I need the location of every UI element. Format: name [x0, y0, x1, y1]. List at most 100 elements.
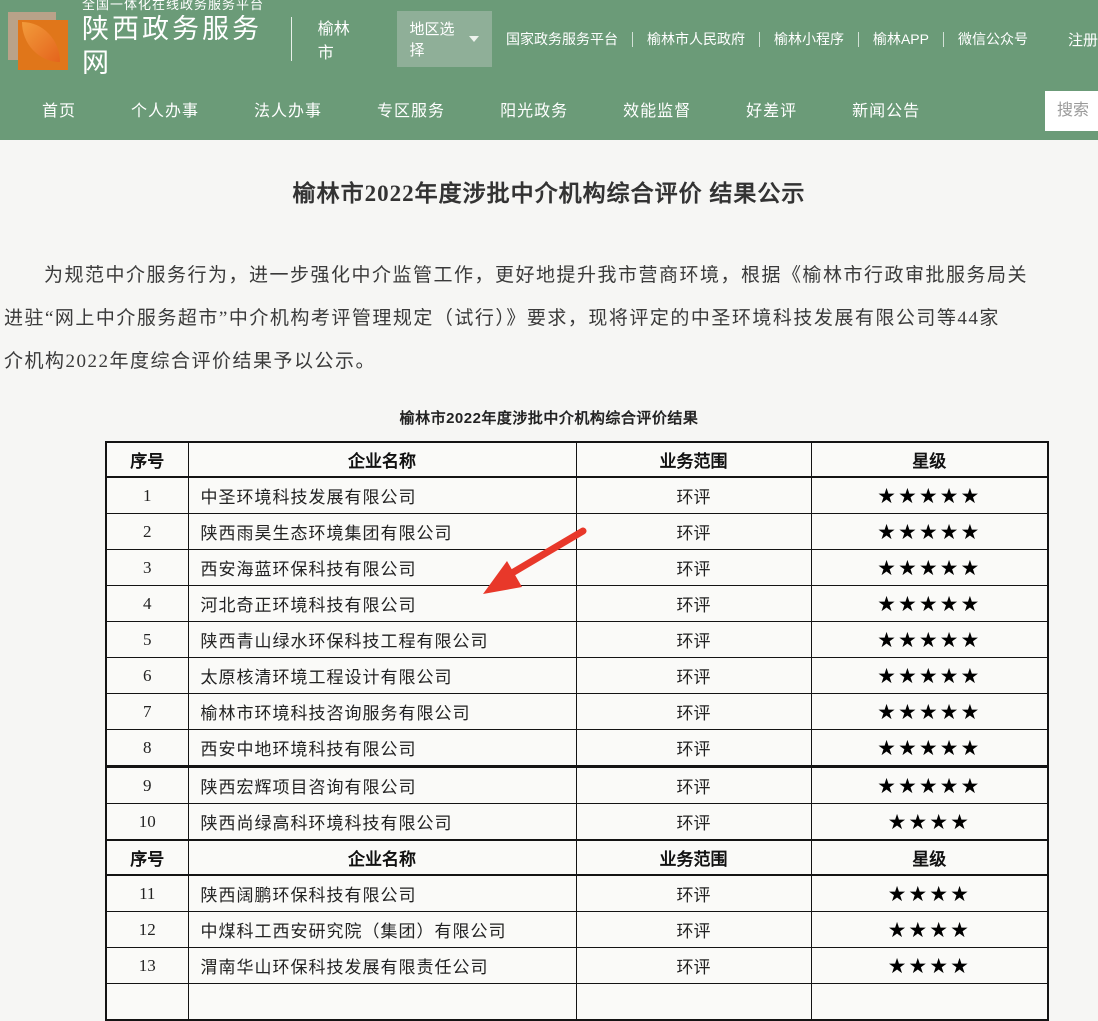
table-row: 5陕西青山绿水环保科技工程有限公司环评★★★★★ [106, 622, 1048, 658]
link-mini-program[interactable]: 榆林小程序 [760, 29, 858, 49]
cell-name: 太原核清环境工程设计有限公司 [188, 658, 576, 694]
cell-scope: 环评 [576, 948, 811, 984]
link-city-government[interactable]: 榆林市人民政府 [633, 29, 759, 49]
cell-name: 渭南华山环保科技发展有限责任公司 [188, 948, 576, 984]
table-row: 6太原核清环境工程设计有限公司环评★★★★★ [106, 658, 1048, 694]
column-header: 企业名称 [188, 442, 576, 477]
cell-scope: 环评 [576, 875, 811, 912]
cell-name: 陕西宏辉项目咨询有限公司 [188, 767, 576, 804]
chevron-down-icon [469, 36, 479, 42]
cell-no: 12 [106, 912, 188, 948]
column-header: 序号 [106, 442, 188, 477]
site-name: 陕西政务服务网 [82, 13, 269, 81]
column-header: 星级 [811, 840, 1048, 875]
cell-scope: 环评 [576, 694, 811, 730]
nav-item-news[interactable]: 新闻公告 [852, 97, 920, 121]
header-top-bar: 全国一体化在线政务服务平台 陕西政务服务网 榆林市 地区选择 国家政务服务平台 … [0, 0, 1098, 78]
cell-name: 陕西阔鹏环保科技有限公司 [188, 875, 576, 912]
cell-no: 4 [106, 586, 188, 622]
paragraph-line: 为规范中介服务行为，进一步强化中介监管工作，更好地提升我市营商环境，根据《榆林市… [0, 254, 1098, 297]
cell-no: 2 [106, 514, 188, 550]
table-row: 4河北奇正环境科技有限公司环评★★★★★ [106, 586, 1048, 622]
cell-name: 陕西雨昊生态环境集团有限公司 [188, 514, 576, 550]
cell-scope: 环评 [576, 514, 811, 550]
cell-stars: ★★★★★ [811, 694, 1048, 730]
site-header: 全国一体化在线政务服务平台 陕西政务服务网 榆林市 地区选择 国家政务服务平台 … [0, 0, 1098, 140]
cell-scope: 环评 [576, 622, 811, 658]
register-link[interactable]: 注册 [1068, 29, 1098, 50]
link-wechat[interactable]: 微信公众号 [944, 29, 1042, 49]
paragraph-line: 介机构2022年度综合评价结果予以公示。 [0, 340, 1098, 383]
cell-name: 中煤科工西安研究院（集团）有限公司 [188, 912, 576, 948]
cell-stars: ★★★★★ [811, 730, 1048, 767]
region-selector-button[interactable]: 地区选择 [397, 11, 492, 67]
cell-scope [576, 984, 811, 1021]
cell-name: 西安海蓝环保科技有限公司 [188, 550, 576, 586]
nav-item-efficiency[interactable]: 效能监督 [623, 97, 691, 121]
cell-name [188, 984, 576, 1021]
platform-label: 全国一体化在线政务服务平台 [82, 0, 269, 13]
table-row: 3西安海蓝环保科技有限公司环评★★★★★ [106, 550, 1048, 586]
notice-paragraph: 为规范中介服务行为，进一步强化中介监管工作，更好地提升我市营商环境，根据《榆林市… [0, 254, 1098, 383]
cell-scope: 环评 [576, 550, 811, 586]
brand-divider [291, 17, 292, 61]
cell-no [106, 984, 188, 1021]
cell-stars: ★★★★★ [811, 586, 1048, 622]
cell-scope: 环评 [576, 730, 811, 767]
cell-scope: 环评 [576, 912, 811, 948]
table-caption: 榆林市2022年度涉批中介机构综合评价结果 [0, 407, 1098, 428]
top-links: 国家政务服务平台 榆林市人民政府 榆林小程序 榆林APP 微信公众号 注册 [492, 29, 1098, 50]
link-national-platform[interactable]: 国家政务服务平台 [492, 29, 632, 49]
column-header: 业务范围 [576, 442, 811, 477]
cell-stars: ★★★★★ [811, 514, 1048, 550]
table-header-row: 序号企业名称业务范围星级 [106, 442, 1048, 477]
table-row: 1中圣环境科技发展有限公司环评★★★★★ [106, 477, 1048, 514]
nav-item-legal-person[interactable]: 法人办事 [254, 97, 322, 121]
nav-item-personal[interactable]: 个人办事 [131, 97, 199, 121]
cell-scope: 环评 [576, 658, 811, 694]
cell-stars: ★★★★★ [811, 477, 1048, 514]
cell-stars: ★★★★★ [811, 767, 1048, 804]
cell-stars: ★★★★★ [811, 658, 1048, 694]
cell-name: 陕西尚绿高科环境科技有限公司 [188, 804, 576, 841]
column-header: 企业名称 [188, 840, 576, 875]
cell-name: 陕西青山绿水环保科技工程有限公司 [188, 622, 576, 658]
cell-scope: 环评 [576, 767, 811, 804]
cell-no: 13 [106, 948, 188, 984]
column-header: 序号 [106, 840, 188, 875]
site-brand: 全国一体化在线政务服务平台 陕西政务服务网 [82, 0, 269, 81]
table-row: 11陕西阔鹏环保科技有限公司环评★★★★ [106, 875, 1048, 912]
table-row: 8西安中地环境科技有限公司环评★★★★★ [106, 730, 1048, 767]
paragraph-line: 进驻“网上中介服务超市”中介机构考评管理规定（试行）》要求，现将评定的中圣环境科… [0, 297, 1098, 340]
cell-no: 11 [106, 875, 188, 912]
cell-name: 西安中地环境科技有限公司 [188, 730, 576, 767]
table-row: 7榆林市环境科技咨询服务有限公司环评★★★★★ [106, 694, 1048, 730]
nav-item-home[interactable]: 首页 [42, 97, 76, 121]
cell-stars: ★★★★ [811, 948, 1048, 984]
cell-stars: ★★★★ [811, 804, 1048, 841]
cell-stars: ★★★★★ [811, 550, 1048, 586]
cell-no: 1 [106, 477, 188, 514]
nav-item-rating[interactable]: 好差评 [746, 97, 797, 121]
cell-no: 10 [106, 804, 188, 841]
cell-name: 河北奇正环境科技有限公司 [188, 586, 576, 622]
main-nav: 首页 个人办事 法人办事 专区服务 阳光政务 效能监督 好差评 新闻公告 [0, 78, 1098, 140]
link-app[interactable]: 榆林APP [859, 29, 943, 49]
table-row: 10陕西尚绿高科环境科技有限公司环评★★★★ [106, 804, 1048, 841]
cell-no: 8 [106, 730, 188, 767]
nav-item-zone-services[interactable]: 专区服务 [377, 97, 445, 121]
document-area: 榆林市2022年度涉批中介机构综合评价 结果公示 为规范中介服务行为，进一步强化… [0, 140, 1098, 1021]
column-header: 星级 [811, 442, 1048, 477]
cell-stars [811, 984, 1048, 1021]
cell-scope: 环评 [576, 586, 811, 622]
cell-stars: ★★★★ [811, 875, 1048, 912]
cell-no: 3 [106, 550, 188, 586]
cell-stars: ★★★★ [811, 912, 1048, 948]
page-title: 榆林市2022年度涉批中介机构综合评价 结果公示 [0, 174, 1098, 208]
column-header: 业务范围 [576, 840, 811, 875]
nav-item-open-government[interactable]: 阳光政务 [500, 97, 568, 121]
table-row: 9陕西宏辉项目咨询有限公司环评★★★★★ [106, 767, 1048, 804]
cell-no: 5 [106, 622, 188, 658]
table-row: 13渭南华山环保科技发展有限责任公司环评★★★★ [106, 948, 1048, 984]
search-input[interactable] [1045, 91, 1098, 131]
